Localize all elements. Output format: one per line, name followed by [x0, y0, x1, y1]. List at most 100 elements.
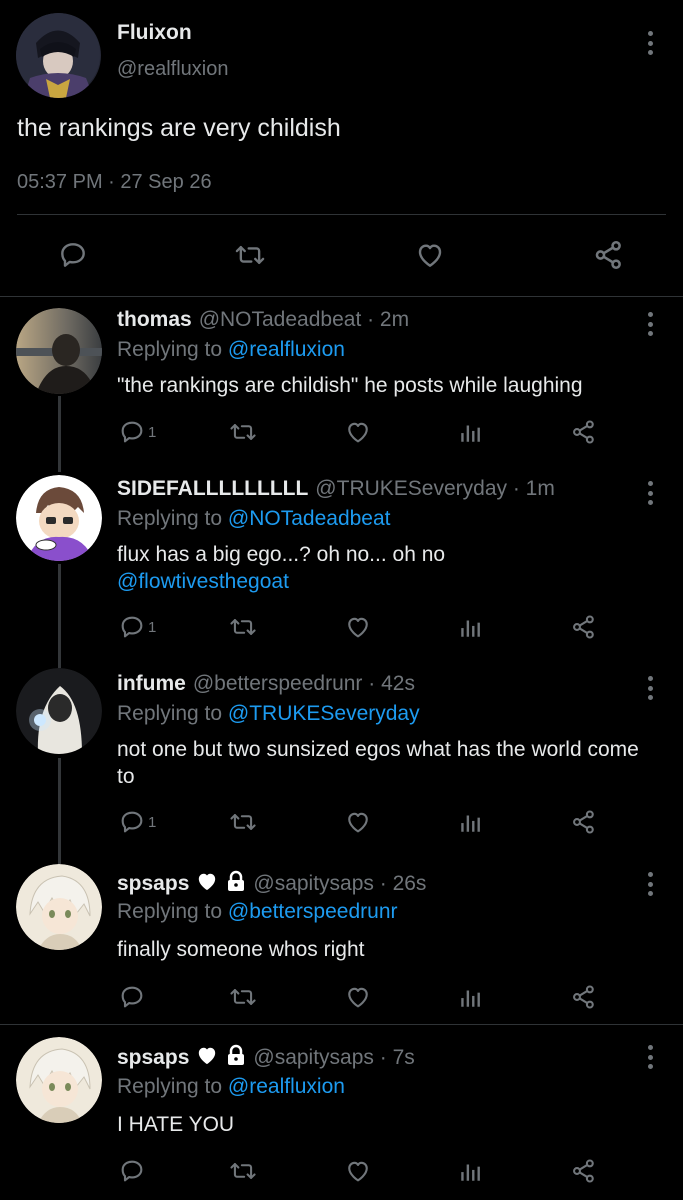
lock-icon: [226, 870, 246, 898]
avatar[interactable]: [16, 1037, 102, 1123]
author-handle[interactable]: @sapitysaps · 26s: [253, 872, 426, 896]
lock-icon: [226, 1044, 246, 1072]
reply-button[interactable]: 1: [118, 418, 156, 446]
retweet-button[interactable]: [228, 418, 258, 446]
retweet-icon: [228, 1157, 258, 1185]
like-button[interactable]: [414, 239, 446, 271]
share-button[interactable]: [570, 612, 598, 642]
avatar[interactable]: [16, 668, 102, 754]
avatar[interactable]: [16, 864, 102, 950]
reply-button[interactable]: 1: [118, 613, 156, 641]
reply-button[interactable]: [118, 1157, 146, 1185]
share-button[interactable]: [570, 982, 598, 1012]
reply-tweet[interactable]: infume @betterspeedrunr · 42s Replying t…: [0, 660, 683, 860]
author-handle[interactable]: @sapitysaps · 7s: [253, 1046, 414, 1070]
replying-mention-link[interactable]: @TRUKESeveryday: [228, 702, 420, 725]
share-button[interactable]: [570, 417, 598, 447]
reply-header: thomas @NOTadeadbeat · 2m: [117, 308, 409, 332]
author-handle[interactable]: @realfluxion: [117, 58, 228, 81]
reply-button[interactable]: [118, 983, 146, 1011]
retweet-icon: [228, 808, 258, 836]
retweet-icon: [233, 239, 267, 271]
avatar[interactable]: [16, 13, 101, 98]
share-icon: [570, 807, 598, 837]
mention-link[interactable]: @flowtivesthegoat: [117, 568, 657, 595]
avatar[interactable]: [16, 475, 102, 561]
views-button[interactable]: [458, 613, 484, 641]
author-name[interactable]: SIDEFALLLLLLLLL: [117, 477, 308, 501]
reply-header: spsaps @sapitysaps · 26s: [117, 870, 426, 898]
tweet-timestamp: 05:37 PM · 27 Sep 26: [17, 171, 212, 193]
analytics-icon: [458, 808, 484, 836]
retweet-button[interactable]: [228, 808, 258, 836]
more-vertical-icon[interactable]: [645, 676, 655, 700]
reply-button[interactable]: [57, 239, 89, 271]
views-button[interactable]: [458, 418, 484, 446]
reply-tweet[interactable]: spsaps @sapitysaps · 7s Replying to @rea…: [0, 1025, 683, 1200]
heart-icon: [344, 613, 372, 641]
author-name[interactable]: Fluixon: [117, 21, 192, 45]
more-vertical-icon[interactable]: [645, 31, 655, 55]
white-heart-icon: [196, 1045, 218, 1071]
views-button[interactable]: [458, 983, 484, 1011]
heart-icon: [344, 983, 372, 1011]
reply-tweet[interactable]: thomas @NOTadeadbeat · 2m Replying to @r…: [0, 296, 683, 468]
more-vertical-icon[interactable]: [645, 481, 655, 505]
like-button[interactable]: [344, 808, 372, 836]
author-name[interactable]: thomas: [117, 308, 192, 332]
replying-mention-link[interactable]: @NOTadeadbeat: [228, 507, 391, 530]
views-button[interactable]: [458, 1157, 484, 1185]
retweet-button[interactable]: [228, 983, 258, 1011]
author-name[interactable]: infume: [117, 672, 186, 696]
share-button[interactable]: [570, 1156, 598, 1186]
replying-mention-link[interactable]: @betterspeedrunr: [228, 900, 398, 923]
reply-icon: [118, 983, 146, 1011]
share-icon: [592, 238, 626, 272]
reply-icon: [57, 239, 89, 271]
more-vertical-icon[interactable]: [645, 1045, 655, 1069]
share-button[interactable]: [570, 807, 598, 837]
reply-header: SIDEFALLLLLLLLL @TRUKESeveryday · 1m: [117, 477, 555, 501]
author-handle[interactable]: @TRUKESeveryday · 1m: [315, 477, 555, 501]
heart-icon: [414, 239, 446, 271]
main-tweet[interactable]: Fluixon @realfluxion the rankings are ve…: [0, 0, 683, 297]
author-name[interactable]: spsaps: [117, 872, 189, 896]
author-name[interactable]: spsaps: [117, 1046, 189, 1070]
like-button[interactable]: [344, 1157, 372, 1185]
share-button[interactable]: [592, 238, 626, 272]
share-icon: [570, 1156, 598, 1186]
tweet-text: the rankings are very childish: [17, 114, 341, 142]
reply-count: 1: [148, 423, 157, 441]
reply-text: I HATE YOU: [117, 1111, 657, 1138]
share-icon: [570, 417, 598, 447]
reply-tweet[interactable]: spsaps @sapitysaps · 26s Replying to @be…: [0, 858, 683, 1024]
heart-icon: [344, 808, 372, 836]
reply-icon: [118, 1157, 146, 1185]
reply-text: not one but two sunsized egos what has t…: [117, 736, 657, 790]
reply-tweet[interactable]: SIDEFALLLLLLLLL @TRUKESeveryday · 1m Rep…: [0, 465, 683, 660]
reply-header: spsaps @sapitysaps · 7s: [117, 1044, 415, 1072]
analytics-icon: [458, 418, 484, 446]
author-handle[interactable]: @NOTadeadbeat · 2m: [199, 308, 409, 332]
more-vertical-icon[interactable]: [645, 312, 655, 336]
retweet-button[interactable]: [228, 613, 258, 641]
reply-button[interactable]: 1: [118, 808, 156, 836]
like-button[interactable]: [344, 418, 372, 446]
analytics-icon: [458, 1157, 484, 1185]
more-vertical-icon[interactable]: [645, 872, 655, 896]
replying-mention-link[interactable]: @realfluxion: [228, 338, 345, 361]
like-button[interactable]: [344, 613, 372, 641]
reply-text: finally someone whos right: [117, 936, 657, 963]
author-handle[interactable]: @betterspeedrunr · 42s: [193, 672, 415, 696]
like-button[interactable]: [344, 983, 372, 1011]
avatar[interactable]: [16, 308, 102, 394]
share-icon: [570, 612, 598, 642]
retweet-button[interactable]: [228, 1157, 258, 1185]
retweet-button[interactable]: [233, 239, 267, 271]
reply-header: infume @betterspeedrunr · 42s: [117, 672, 415, 696]
replying-mention-link[interactable]: @realfluxion: [228, 1075, 345, 1098]
replying-to: Replying to @NOTadeadbeat: [117, 507, 391, 531]
views-button[interactable]: [458, 808, 484, 836]
replying-label: Replying to: [117, 900, 223, 923]
reply-text-content: "the rankings are childish" he posts whi…: [117, 374, 583, 397]
